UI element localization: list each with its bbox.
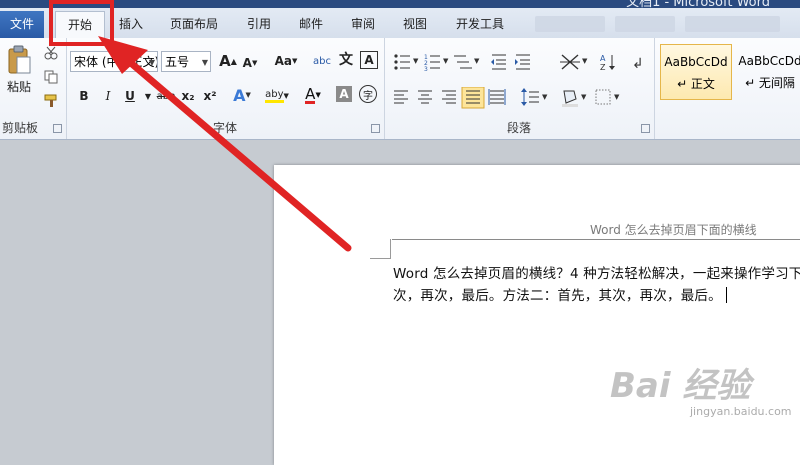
annotation-arrow	[98, 36, 352, 252]
